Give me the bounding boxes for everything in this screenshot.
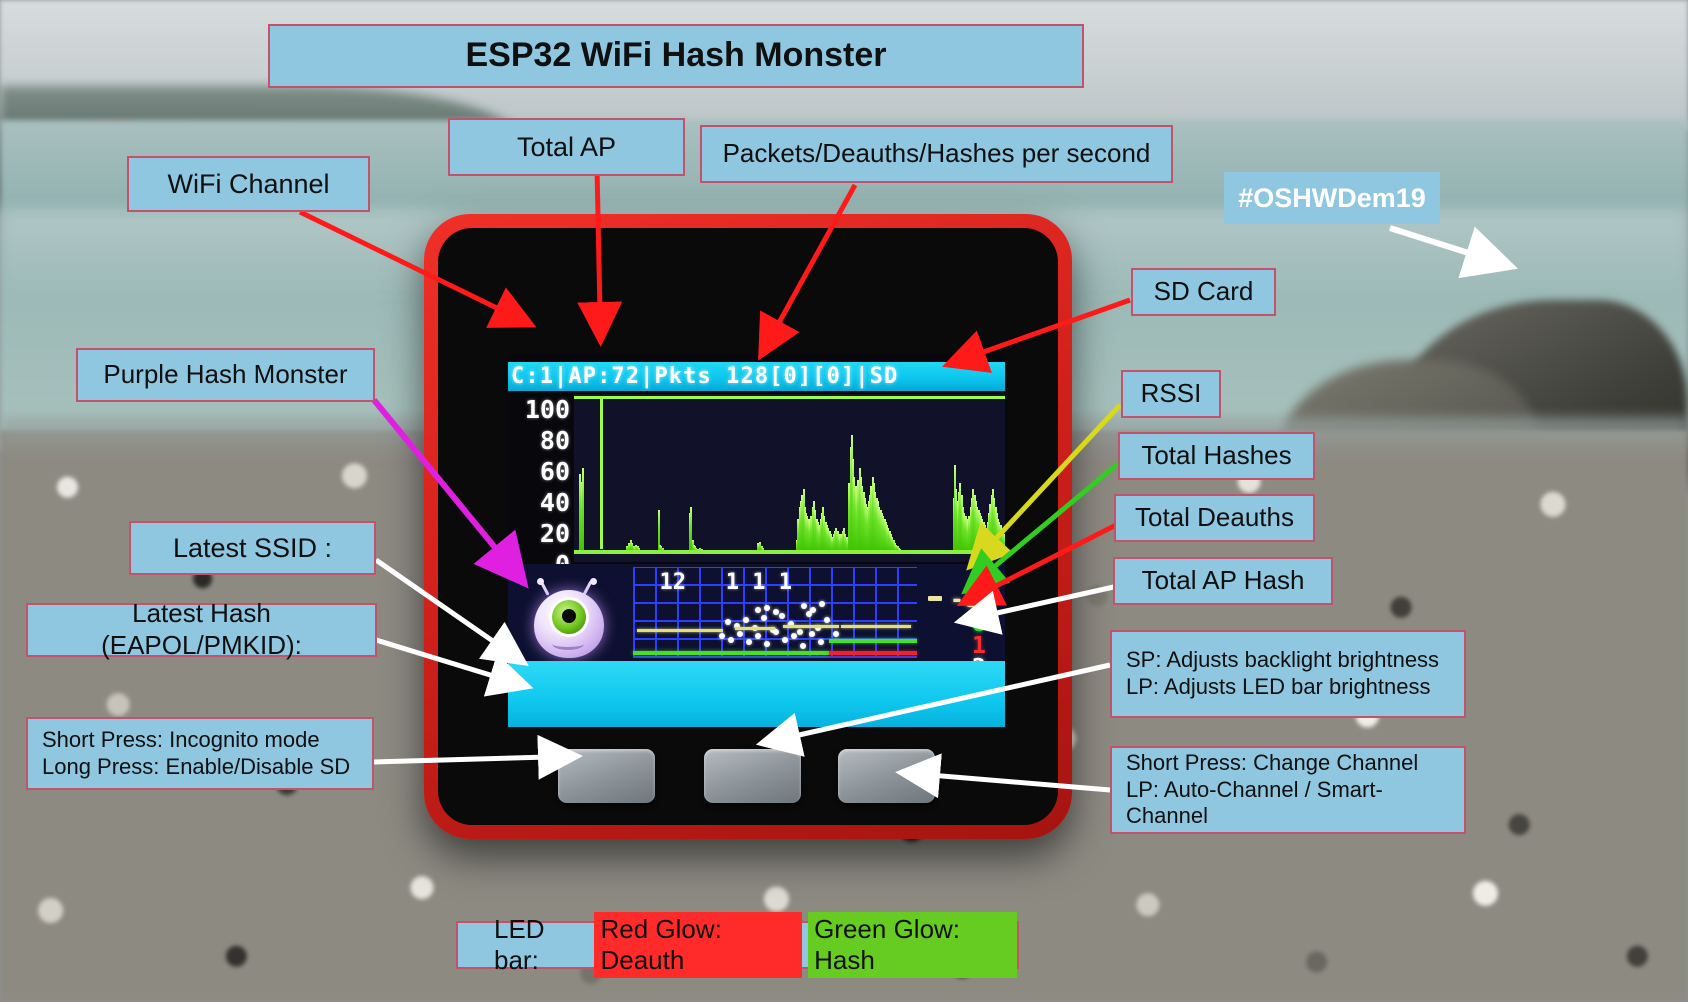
chart-baseline <box>574 550 1005 554</box>
grid-dot <box>764 605 770 611</box>
metric-values: -84 8 1 2 <box>922 564 1005 680</box>
callout-total-hashes: Total Hashes <box>1118 432 1315 480</box>
callout-button-right: Short Press: Change Channel LP: Auto-Cha… <box>1110 746 1466 834</box>
led-legend-prefix: LED bar: <box>494 914 545 975</box>
button-middle[interactable] <box>704 749 801 803</box>
button-left[interactable] <box>558 749 655 803</box>
grid-dot <box>797 629 803 635</box>
grid-dot <box>818 639 824 645</box>
callout-button-left: Short Press: Incognito mode Long Press: … <box>26 717 374 790</box>
callout-hashtag: #OSHWDem19 <box>1224 172 1440 224</box>
y-tick-40: 40 <box>539 488 570 517</box>
grid-dot <box>743 617 749 623</box>
grid-hash-line <box>633 651 829 655</box>
grid-dot <box>782 637 788 643</box>
purple-hash-monster-icon <box>526 578 612 658</box>
y-tick-20: 20 <box>539 519 570 548</box>
monster-antenna-tip-right <box>590 578 597 585</box>
callout-total-ap: Total AP <box>448 118 685 176</box>
grid-dot <box>764 641 770 647</box>
callout-latest-hash: Latest Hash (EAPOL/PMKID): <box>26 598 377 660</box>
status-bar: C:1|AP:72|Pkts 128[0][0]|SD <box>508 362 1005 391</box>
rssi-dash-icon <box>928 596 942 601</box>
monster-pupil <box>562 609 576 623</box>
device-bezel: C:1|AP:72|Pkts 128[0][0]|SD 100 80 60 40… <box>438 228 1058 825</box>
lower-panel: 12 1 1 1 -84 8 1 2 <box>508 564 1005 680</box>
rssi-grid: 12 1 1 1 <box>633 567 917 658</box>
latest-info-panel: New SSID:MOVISTAR_ New HS: wificlientesR <box>508 661 1005 727</box>
y-tick-80: 80 <box>539 426 570 455</box>
value-rssi: -84 <box>950 587 992 613</box>
grid-dot <box>819 601 825 607</box>
callout-button-middle: SP: Adjusts backlight brightness LP: Adj… <box>1110 630 1466 718</box>
grid-dot <box>761 615 767 621</box>
callout-wifi-channel: WiFi Channel <box>127 156 370 212</box>
grid-dot <box>779 613 785 619</box>
grid-dot <box>824 617 830 623</box>
callout-rssi: RSSI <box>1121 370 1221 418</box>
grid-dot <box>755 607 761 613</box>
grid-dot <box>810 607 816 613</box>
grid-dot <box>791 633 797 639</box>
chart-plot-area <box>574 394 1005 562</box>
led-legend-green: Green Glow: Hash <box>808 912 1017 978</box>
grid-rssi-trace <box>841 625 911 628</box>
grid-dot <box>719 633 725 639</box>
callout-total-ap-hash: Total AP Hash <box>1113 557 1333 605</box>
grid-dot <box>728 637 734 643</box>
grid-hash-line <box>829 639 917 643</box>
monster-mouth <box>552 638 584 650</box>
callout-title: ESP32 WiFi Hash Monster <box>268 24 1084 88</box>
grid-rssi-trace <box>783 625 839 628</box>
device-screen: C:1|AP:72|Pkts 128[0][0]|SD 100 80 60 40… <box>508 354 1005 727</box>
grid-rssi-trace <box>637 629 723 632</box>
button-right[interactable] <box>838 749 935 803</box>
grid-dot <box>737 631 743 637</box>
callout-latest-ssid: Latest SSID : <box>129 521 376 575</box>
grid-dot <box>773 609 779 615</box>
callout-sd-card: SD Card <box>1131 268 1276 316</box>
grid-dot <box>746 639 752 645</box>
grid-dot <box>833 631 839 637</box>
packets-chart: 100 80 60 40 20 0 <box>508 394 1005 579</box>
grid-deauth-line <box>829 651 917 655</box>
chart-y-axis: 100 80 60 40 20 0 <box>508 394 574 579</box>
y-tick-60: 60 <box>539 457 570 486</box>
screenshot-root: C:1|AP:72|Pkts 128[0][0]|SD 100 80 60 40… <box>0 0 1688 1002</box>
grid-dot <box>755 633 761 639</box>
grid-dot <box>800 643 806 649</box>
esp32-device: C:1|AP:72|Pkts 128[0][0]|SD 100 80 60 40… <box>424 214 1072 839</box>
chart-bar <box>581 468 584 552</box>
y-tick-100: 100 <box>524 395 570 424</box>
callout-purple-hash-monster: Purple Hash Monster <box>76 348 375 402</box>
led-bar-legend: LED bar: Red Glow: Deauth Green Glow: Ha… <box>456 912 1019 978</box>
grid-ap-counts: 12 1 1 1 <box>633 570 792 595</box>
monster-antenna-tip-left <box>537 578 544 585</box>
grid-rssi-trace <box>735 627 775 630</box>
chart-bars <box>574 402 1005 552</box>
callout-total-deauths: Total Deauths <box>1114 494 1315 542</box>
chart-top-axis <box>574 396 1005 399</box>
grid-dot <box>809 631 815 637</box>
led-legend-red: Red Glow: Deauth <box>594 912 803 978</box>
callout-packets-rate: Packets/Deauths/Hashes per second <box>700 125 1173 183</box>
grid-dot <box>801 603 807 609</box>
grid-dot <box>725 619 731 625</box>
